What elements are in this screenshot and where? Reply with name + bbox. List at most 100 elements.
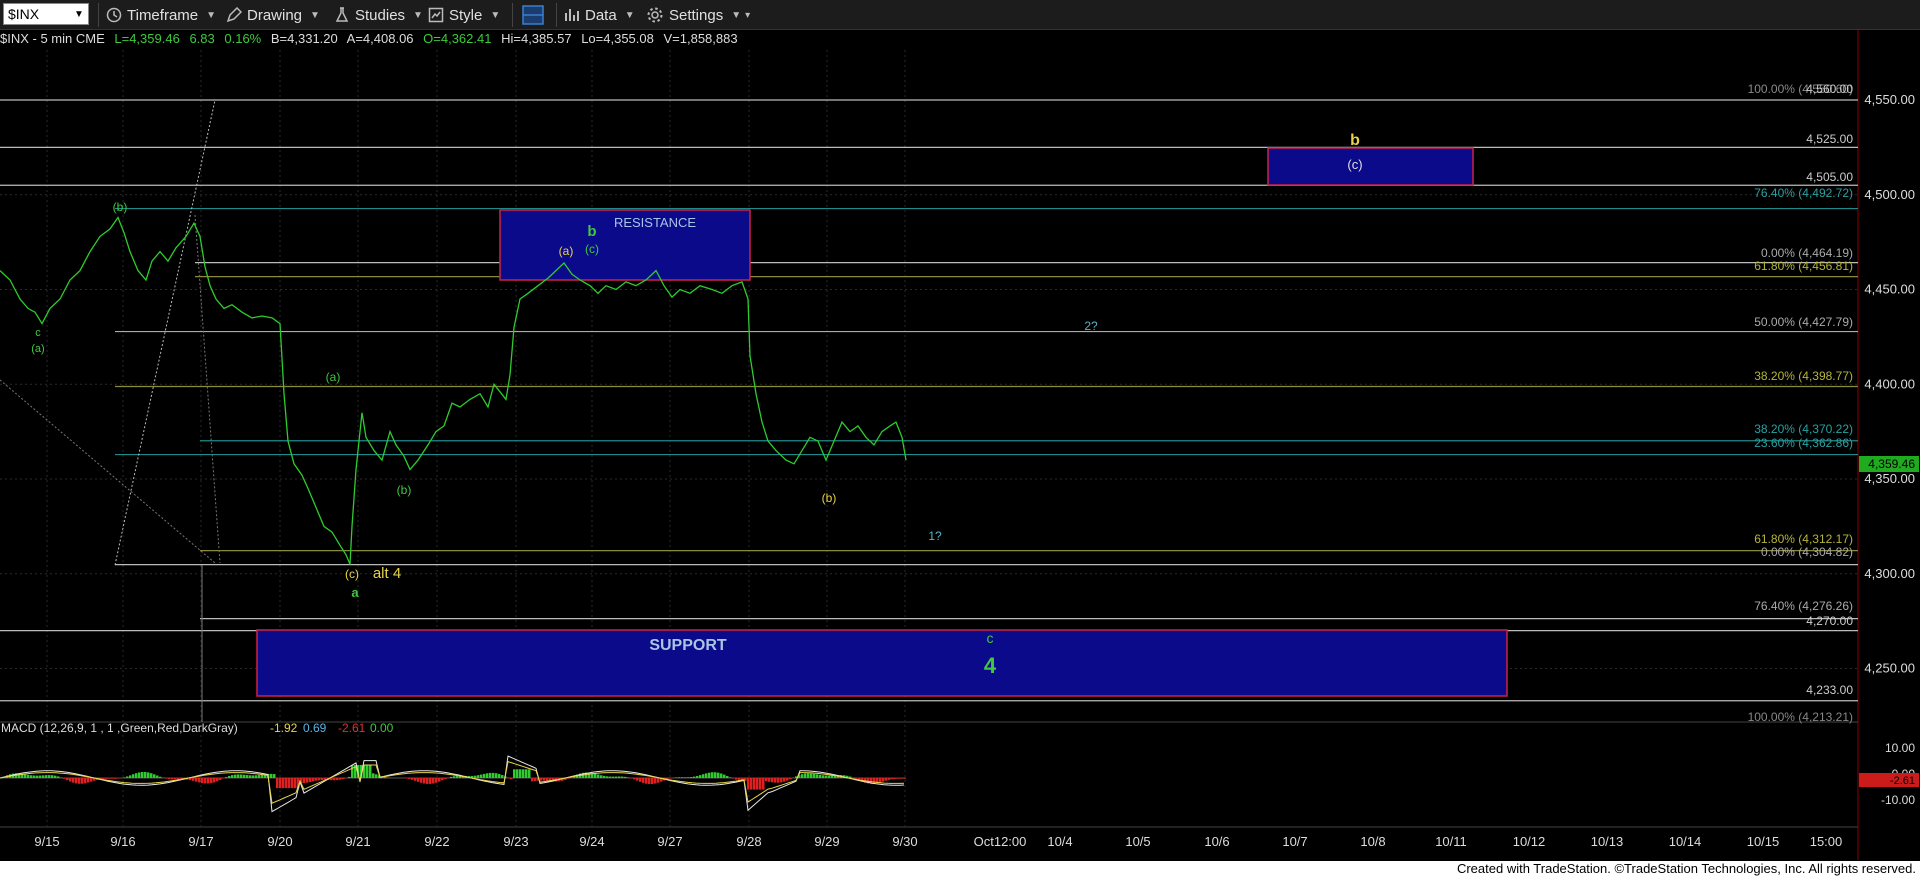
macd-histogram-bar [609, 776, 612, 778]
macd-histogram-bar [51, 775, 54, 778]
high-price: Hi=4,385.57 [501, 31, 572, 46]
macd-title: MACD (12,26,9, 1 , 1 ,Green,Red,DarkGray… [1, 721, 238, 735]
ask-price: A=4,408.06 [346, 31, 414, 46]
symbol-selector[interactable]: $INX ▼ [3, 3, 89, 25]
macd-histogram-bar [687, 777, 690, 778]
macd-histogram-bar [87, 778, 90, 783]
macd-histogram-bar [123, 777, 126, 778]
date-tick: 9/16 [110, 834, 135, 849]
drawing-button[interactable]: Drawing ▼ [226, 4, 320, 26]
level-label: 4,525.00 [1806, 132, 1853, 146]
macd-histogram-bar [384, 777, 387, 778]
macd-histogram-bar [24, 774, 27, 778]
last-price-marker-text: 4,359.46 [1868, 457, 1915, 471]
date-tick: 10/15 [1747, 834, 1780, 849]
macd-histogram-bar [426, 778, 429, 784]
macd-histogram-bar [498, 773, 501, 778]
timeframe-label: Timeframe [127, 6, 199, 24]
volume: V=1,858,883 [663, 31, 738, 46]
macd-histogram-bar [885, 778, 888, 781]
macd-histogram-bar [192, 778, 195, 781]
macd-histogram-bar [117, 778, 120, 779]
macd-histogram-bar [84, 778, 87, 784]
price-chart[interactable]: RESISTANCE (c) SUPPORT c (a) (b) (a) (b) (c) aalt… [0, 0, 1920, 861]
macd-histogram-bar [375, 774, 378, 778]
date-tick: 9/15 [34, 834, 59, 849]
macd-histogram-bar [747, 778, 750, 790]
macd-histogram-bar [543, 778, 546, 781]
macd-histogram-bar [135, 773, 138, 778]
macd-histogram-bar [480, 774, 483, 778]
macd-histogram-bar [624, 776, 627, 778]
macd-tick: -10.00 [1881, 793, 1915, 807]
wave-label-b: b [587, 223, 596, 240]
macd-tick: 10.00 [1885, 741, 1915, 755]
style-icon [428, 7, 444, 23]
macd-histogram-bar [708, 772, 711, 778]
toolbar-divider [556, 3, 557, 27]
macd-histogram-bar [648, 778, 651, 785]
date-tick: 9/24 [579, 834, 604, 849]
layout-button[interactable] [522, 4, 544, 26]
fib-label: 38.20% (4,370.22) [1754, 422, 1853, 436]
macd-histogram-bar [333, 778, 336, 781]
studies-button[interactable]: Studies ▼ [334, 4, 423, 26]
macd-histogram-bar [408, 778, 411, 780]
wave-label-c-paren: (c) [345, 567, 359, 581]
macd-histogram-bar [252, 775, 255, 778]
fib-label: 100.00% (4,213.21) [1748, 710, 1853, 724]
data-button[interactable]: Data ▼ [564, 4, 635, 26]
macd-histogram-bar [495, 773, 498, 778]
macd-histogram-bar [138, 772, 141, 778]
macd-histogram-bar [657, 778, 660, 783]
more-icon[interactable]: ▾ [745, 10, 750, 21]
fib-label: 61.80% (4,312.17) [1754, 532, 1853, 546]
macd-histogram-bar [150, 773, 153, 778]
open-price: O=4,362.41 [423, 31, 492, 46]
macd-histogram-bar [36, 775, 39, 778]
macd-histogram-bar [831, 775, 834, 778]
fib-label: 0.00% (4,464.19) [1761, 246, 1853, 260]
gear-icon [647, 7, 663, 23]
chevron-down-icon[interactable]: ▼ [74, 9, 88, 20]
macd-histogram-bar [774, 778, 777, 783]
macd-histogram-bar [756, 778, 759, 790]
macd-histogram-bar [225, 777, 228, 778]
date-tick: 9/20 [267, 834, 292, 849]
macd-histogram-bar [258, 775, 261, 778]
macd-histogram-bar [105, 778, 108, 779]
symbol-text[interactable]: $INX [4, 6, 74, 22]
macd-histogram-bar [165, 778, 168, 779]
macd-histogram-bar [318, 778, 321, 781]
price-tick: 4,400.00 [1864, 376, 1915, 391]
macd-histogram-bar [429, 778, 432, 784]
macd-histogram-bar [309, 778, 312, 783]
macd-histogram-bar [306, 778, 309, 783]
settings-button[interactable]: Settings ▼ ▾ [646, 4, 750, 26]
caret-down-icon: ▼ [310, 9, 320, 21]
macd-histogram-bar [285, 778, 288, 789]
caret-down-icon: ▼ [624, 9, 635, 21]
macd-histogram-bar [288, 778, 291, 789]
macd-histogram-bar [810, 773, 813, 778]
date-tick: 9/21 [345, 834, 370, 849]
macd-histogram-bar [873, 778, 876, 784]
macd-histogram-bar [768, 778, 771, 782]
macd-histogram-bar [603, 775, 606, 778]
level-label: 4,560.00 [1806, 82, 1853, 96]
date-tick: 10/12 [1513, 834, 1546, 849]
macd-histogram-bar [66, 778, 69, 781]
macd-histogram-bar [804, 773, 807, 778]
fib-label: 76.40% (4,276.26) [1754, 599, 1853, 613]
date-tick: 15:00 [1810, 834, 1843, 849]
style-button[interactable]: Style ▼ [428, 4, 500, 26]
date-tick: 10/14 [1669, 834, 1702, 849]
macd-histogram-bar [816, 774, 819, 778]
timeframe-button[interactable]: Timeframe ▼ [106, 4, 216, 26]
macd-histogram-bar [828, 775, 831, 778]
macd-histogram-bar [510, 778, 513, 780]
bar-chart-icon [565, 9, 579, 21]
wave-label-b-paren: (b) [113, 200, 128, 214]
macd-value-1: -1.92 [270, 721, 298, 735]
macd-histogram-bar [699, 775, 702, 778]
